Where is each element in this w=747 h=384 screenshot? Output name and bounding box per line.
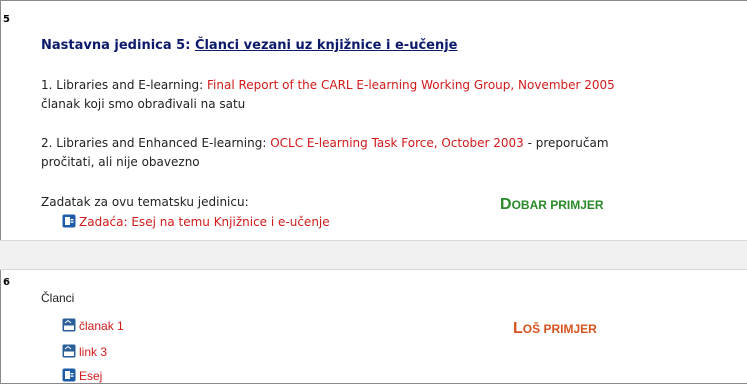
section-heading: Članci [41,291,75,305]
section-divider [0,240,747,270]
section-number: 6 [3,277,10,288]
pdf-icon [62,318,76,332]
list-item[interactable]: link 3 [62,344,107,359]
resource-2-link[interactable]: OCLC E-learning Task Force, October 2003 [270,136,524,150]
section-title-prefix: Nastavna jedinica 5: [41,38,195,53]
section-title: Nastavna jedinica 5: Članci vezani uz kn… [41,38,458,53]
resource-1-prefix: 1. Libraries and E-learning: [41,78,208,92]
assignment-icon [62,214,76,228]
section-title-link[interactable]: Članci vezani uz knjižnice i e-učenje [195,38,458,53]
task-assignment-label: Zadaća: Esej na temu Knjižnice i e-učenj… [79,215,330,229]
resource-2-suffix: - preporučam [523,136,609,150]
list-item-label: članak 1 [79,319,124,333]
resource-1-description: članak koji smo obrađivali na satu [41,97,246,111]
task-assignment-link[interactable]: Zadaća: Esej na temu Knjižnice i e-učenj… [62,214,330,229]
section-number: 5 [3,14,10,25]
task-label: Zadatak za ovu tematsku jedinicu: [41,195,249,209]
bad-example-note: LOŠ PRIMJER [513,320,597,337]
good-example-note: DOBAR PRIMJER [500,196,604,213]
resource-line-1: 1. Libraries and E-learning: Final Repor… [41,78,615,92]
pdf-icon [62,344,76,358]
list-item-label: Esej [79,369,103,383]
list-item[interactable]: Esej [62,368,102,383]
list-item[interactable]: članak 1 [62,318,124,333]
resource-2-description: pročitati, ali nije obavezno [41,155,200,169]
list-item-label: link 3 [79,345,108,359]
resource-line-2: 2. Libraries and Enhanced E-learning: OC… [41,136,609,150]
resource-2-prefix: 2. Libraries and Enhanced E-learning: [41,136,271,150]
resource-1-link[interactable]: Final Report of the CARL E-learning Work… [207,78,615,92]
assignment-icon [62,368,76,382]
